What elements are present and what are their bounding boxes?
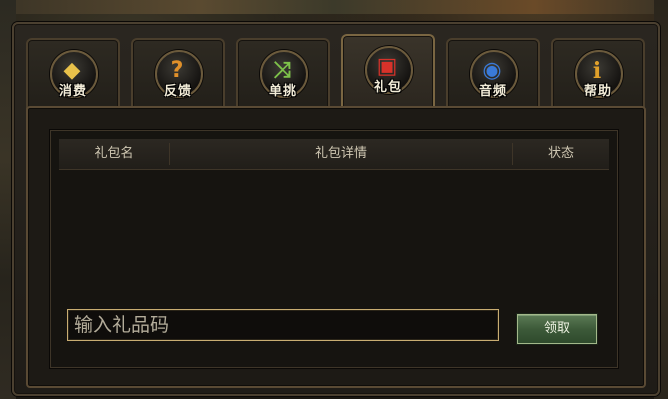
tab-audio[interactable]: ◉ 音频 — [446, 38, 540, 110]
column-header-gift-details: 礼包详情 — [314, 146, 367, 161]
tab-consume[interactable]: ◆ 消费 — [26, 38, 120, 110]
gift-content-frame: 礼包名 礼包详情 状态 领取 — [26, 106, 646, 388]
tab-duel-label: 单挑 — [268, 84, 297, 99]
tab-feedback[interactable]: ? 反馈 — [131, 38, 225, 110]
background-top — [0, 0, 668, 14]
column-header-gift-name: 礼包名 — [94, 146, 134, 161]
tab-help[interactable]: i 帮助 — [551, 38, 645, 110]
tab-consume-label: 消费 — [58, 84, 87, 99]
tab-help-label: 帮助 — [583, 84, 612, 99]
column-header-status: 状态 — [547, 146, 574, 161]
tab-feedback-label: 反馈 — [163, 84, 192, 99]
tab-duel[interactable]: ⤨ 单挑 — [236, 38, 330, 110]
gift-table-header: 礼包名 礼包详情 状态 — [59, 139, 609, 170]
gift-table-body — [59, 170, 609, 290]
gift-code-input[interactable] — [67, 309, 499, 341]
gift-list-panel: 礼包名 礼包详情 状态 领取 — [50, 130, 618, 368]
game-scene: ◆ 消费 ? 反馈 ⤨ 单挑 ▣ 礼包 ◉ 音频 i 帮助 礼包名 礼包详情 状… — [0, 0, 668, 399]
tab-gift[interactable]: ▣ 礼包 — [341, 34, 435, 116]
tab-audio-label: 音频 — [478, 84, 507, 99]
settings-window: ◆ 消费 ? 反馈 ⤨ 单挑 ▣ 礼包 ◉ 音频 i 帮助 礼包名 礼包详情 状… — [12, 22, 660, 396]
tab-gift-label: 礼包 — [373, 80, 402, 95]
claim-button[interactable]: 领取 — [517, 314, 597, 344]
